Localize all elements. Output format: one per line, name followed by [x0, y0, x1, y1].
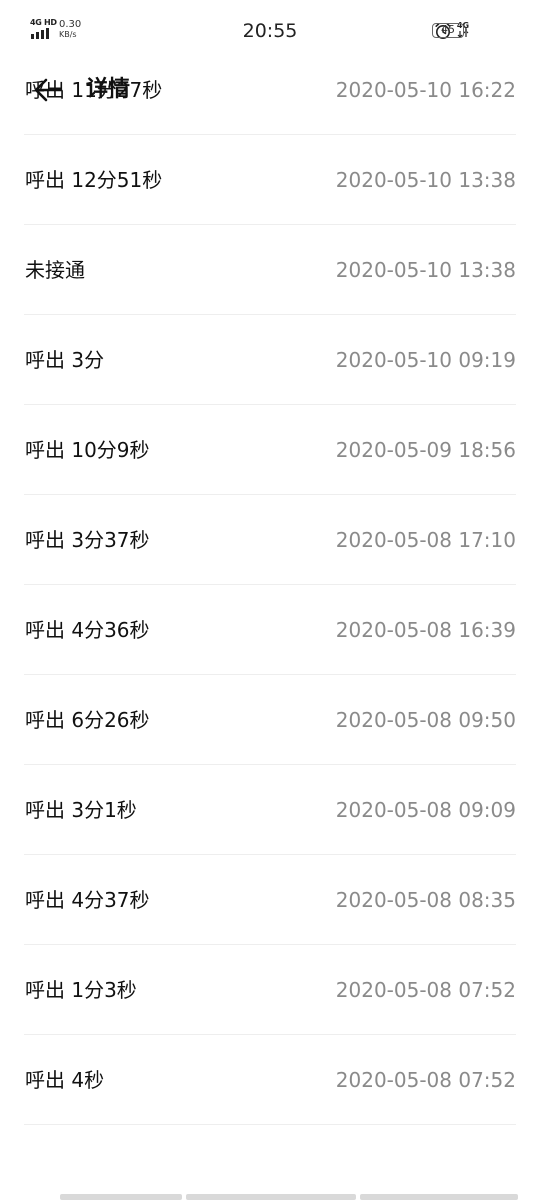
- call-datetime: 2020-05-08 08:35: [335, 888, 516, 912]
- call-log-row[interactable]: 呼出 1分3秒 2020-05-08 07:52: [24, 945, 516, 1035]
- call-log-row[interactable]: 呼出 6分26秒 2020-05-08 09:50: [24, 675, 516, 765]
- battery-level: 45: [441, 23, 455, 36]
- call-datetime: 2020-05-08 09:50: [335, 708, 516, 732]
- call-log-row[interactable]: 呼出 4分36秒 2020-05-08 16:39: [24, 585, 516, 675]
- call-type-duration: 呼出 3分: [25, 348, 105, 372]
- call-datetime: 2020-05-10 13:38: [335, 168, 516, 192]
- call-log-row[interactable]: 未接通 2020-05-10 13:38: [24, 225, 516, 315]
- call-datetime: 2020-05-10 16:22: [335, 78, 516, 102]
- call-log-row[interactable]: 呼出 12分51秒 2020-05-10 13:38: [24, 135, 516, 225]
- call-datetime: 2020-05-08 17:10: [335, 528, 516, 552]
- call-type-duration: 呼出 4分37秒: [25, 888, 150, 912]
- call-log-row[interactable]: 呼出 3分 2020-05-10 09:19: [24, 315, 516, 405]
- call-datetime: 2020-05-10 13:38: [335, 258, 516, 282]
- call-type-duration: 呼出 11分27秒: [25, 78, 163, 102]
- call-type-duration: 呼出 3分37秒: [25, 528, 150, 552]
- call-log-row[interactable]: 呼出 10分9秒 2020-05-09 18:56: [24, 405, 516, 495]
- call-type-duration: 未接通: [25, 258, 85, 282]
- call-log-row[interactable]: 呼出 3分37秒 2020-05-08 17:10: [24, 495, 516, 585]
- call-type-duration: 呼出 10分9秒: [25, 438, 150, 462]
- indicator-segment: [360, 1194, 518, 1200]
- call-datetime: 2020-05-08 16:39: [335, 618, 516, 642]
- call-type-duration: 呼出 1分3秒: [25, 978, 137, 1002]
- call-datetime: 2020-05-08 07:52: [335, 1068, 516, 1092]
- battery-icon: 45: [432, 23, 467, 38]
- indicator-segment: [60, 1194, 182, 1200]
- call-log-row[interactable]: 呼出 4分37秒 2020-05-08 08:35: [24, 855, 516, 945]
- call-type-duration: 呼出 3分1秒: [25, 798, 137, 822]
- call-log-row[interactable]: 呼出 11分27秒 2020-05-10 16:22: [24, 45, 516, 135]
- call-log-list[interactable]: 呼出 11分27秒 2020-05-10 16:22 呼出 12分51秒 202…: [0, 78, 540, 1125]
- call-datetime: 2020-05-08 07:52: [335, 978, 516, 1002]
- call-log-row[interactable]: 呼出 4秒 2020-05-08 07:52: [24, 1035, 516, 1125]
- call-datetime: 2020-05-09 18:56: [335, 438, 516, 462]
- call-type-duration: 呼出 4秒: [25, 1068, 105, 1092]
- call-datetime: 2020-05-10 09:19: [335, 348, 516, 372]
- call-type-duration: 呼出 6分26秒: [25, 708, 150, 732]
- indicator-segment: [186, 1194, 356, 1200]
- call-type-duration: 呼出 4分36秒: [25, 618, 150, 642]
- call-datetime: 2020-05-08 09:09: [335, 798, 516, 822]
- call-type-duration: 呼出 12分51秒: [25, 168, 163, 192]
- call-log-row[interactable]: 呼出 3分1秒 2020-05-08 09:09: [24, 765, 516, 855]
- bottom-scroll-indicator: [60, 1194, 518, 1200]
